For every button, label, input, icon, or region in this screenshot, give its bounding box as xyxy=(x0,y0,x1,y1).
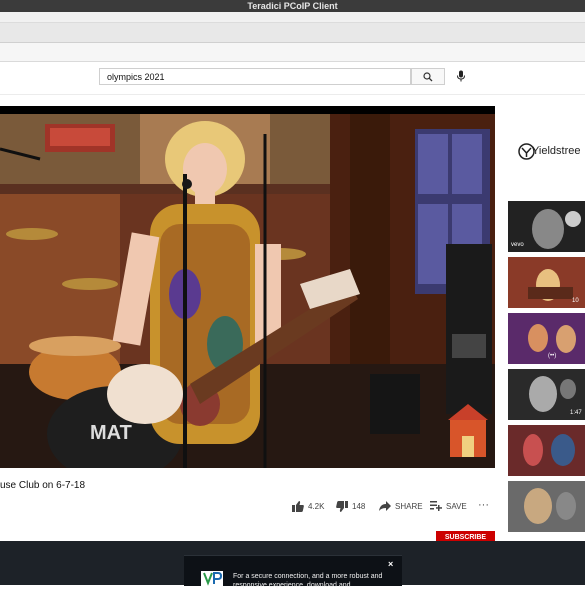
ad-brand-text: Yieldstree xyxy=(532,145,581,157)
search-icon xyxy=(423,71,433,81)
dislike-button[interactable]: 148 xyxy=(336,499,365,513)
save-button[interactable]: SAVE xyxy=(430,499,467,513)
recommendation-thumbnail[interactable]: 10 xyxy=(508,257,585,308)
dislike-count: 148 xyxy=(352,501,366,511)
voice-search-button[interactable] xyxy=(452,67,470,85)
like-button[interactable]: 4.2K xyxy=(292,499,324,513)
search-input[interactable]: olympics 2021 xyxy=(99,68,411,85)
share-icon xyxy=(379,501,391,511)
add-to-playlist-icon xyxy=(430,501,442,511)
more-actions-button[interactable]: ··· xyxy=(478,498,489,512)
microphone-icon xyxy=(457,70,465,82)
share-button[interactable]: SHARE xyxy=(379,499,423,513)
recommendation-thumbnail[interactable]: (••) xyxy=(508,313,585,364)
search-button[interactable] xyxy=(411,68,445,85)
thumbnail-image xyxy=(508,481,585,532)
vp-logo-icon xyxy=(201,571,223,586)
video-title: use Club on 6-7-18 xyxy=(0,480,86,491)
thumbnail-badge: vevo xyxy=(511,242,524,248)
recommendation-thumbnail[interactable]: 1:47 xyxy=(508,369,585,420)
thumbnail-image xyxy=(508,313,585,364)
thumbs-down-icon xyxy=(336,500,348,512)
notice-text: For a secure connection, and a more robu… xyxy=(233,573,383,589)
live-badge: (••) xyxy=(548,353,557,359)
browser-toolbar xyxy=(0,23,585,43)
thumbnail-image xyxy=(508,425,585,476)
browser-tab-strip xyxy=(0,12,585,23)
video-player[interactable]: MAT xyxy=(0,106,495,468)
connection-notice: For a secure connection, and a more robu… xyxy=(184,555,402,589)
thumbs-up-icon xyxy=(292,500,304,512)
browser-bookmarks-bar xyxy=(0,43,585,62)
video-frame: MAT xyxy=(0,114,495,468)
recommendation-thumbnail[interactable] xyxy=(508,425,585,476)
share-label: SHARE xyxy=(395,501,423,511)
thumbnail-duration: 1:47 xyxy=(570,410,582,416)
window-title: Teradici PCoIP Client xyxy=(0,0,585,12)
like-count: 4.2K xyxy=(308,501,325,511)
drum-brand-text: MAT xyxy=(90,422,132,444)
thumbnail-duration: 10 xyxy=(572,298,579,304)
close-icon[interactable]: × xyxy=(388,559,393,569)
recommendation-thumbnail[interactable]: vevo xyxy=(508,201,585,252)
save-label: SAVE xyxy=(446,501,467,511)
recommendation-thumbnail[interactable] xyxy=(508,481,585,532)
